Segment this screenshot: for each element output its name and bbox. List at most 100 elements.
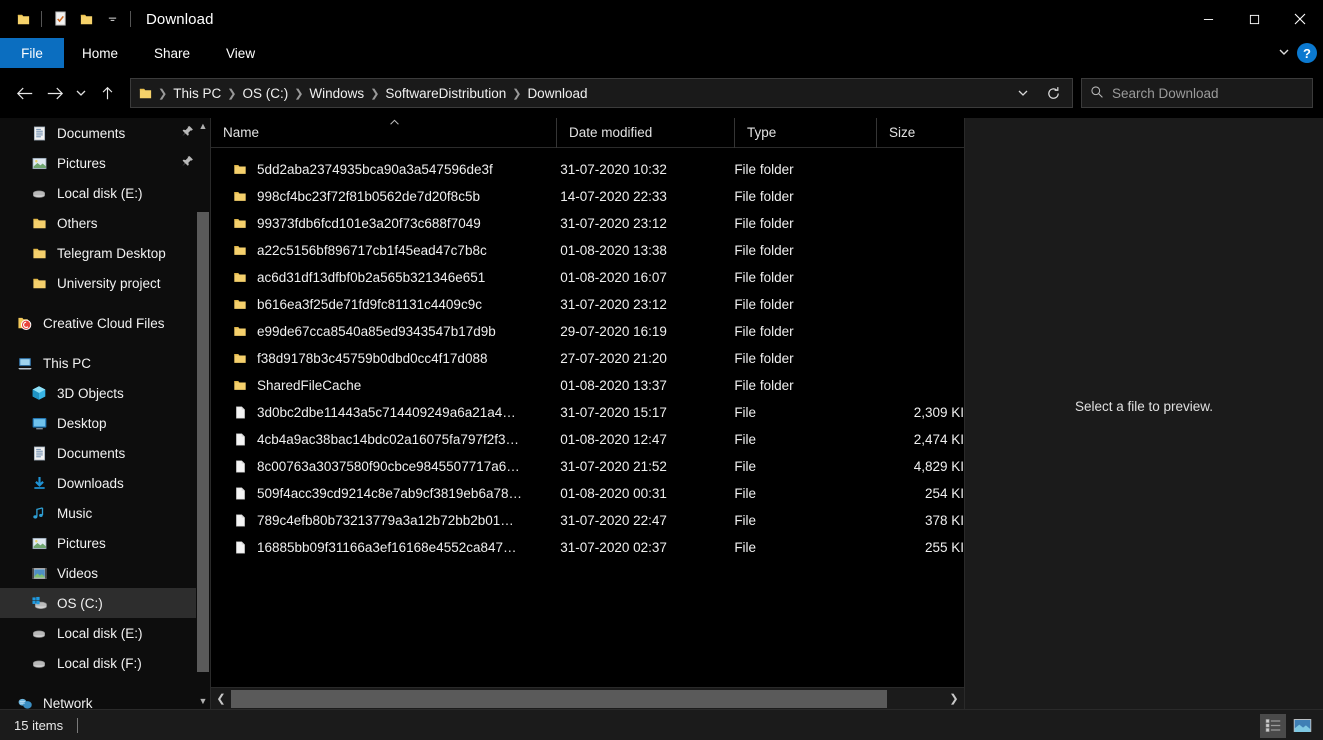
breadcrumb-item-windows[interactable]: Windows	[304, 86, 369, 101]
toolbar-divider	[41, 11, 42, 27]
documents-icon	[30, 444, 48, 462]
minimize-icon[interactable]	[1185, 0, 1231, 38]
close-icon[interactable]	[1277, 0, 1323, 38]
sidebar-item-documents[interactable]: Documents	[0, 438, 210, 468]
recent-locations-chevron-down-icon[interactable]	[70, 78, 92, 108]
sidebar-item-label: Telegram Desktop	[57, 246, 166, 261]
sidebar-item-3d-objects[interactable]: 3D Objects	[0, 378, 210, 408]
column-header-type[interactable]: Type	[734, 118, 876, 148]
sidebar-item-documents[interactable]: Documents	[0, 118, 210, 148]
forward-button[interactable]	[40, 78, 70, 108]
customize-chevron-icon[interactable]	[99, 6, 125, 32]
search-box[interactable]: Search Download	[1081, 78, 1313, 108]
table-row[interactable]: 4cb4a9ac38bac14bdc02a16075fa797f2f3…01-0…	[211, 426, 964, 453]
cell-name: ac6d31df13dfbf0b2a565b321346e651	[211, 270, 548, 286]
sidebar-item-network[interactable]: Network	[0, 688, 210, 709]
cell-name: a22c5156bf896717cb1f45ead47c7b8c	[211, 243, 548, 259]
tab-view[interactable]: View	[208, 38, 273, 68]
column-header-size[interactable]: Size	[876, 118, 964, 148]
status-divider	[77, 718, 78, 733]
sidebar-item-creative-cloud-files[interactable]: Creative Cloud Files	[0, 308, 210, 338]
properties-icon[interactable]	[47, 6, 73, 32]
sidebar-item-music[interactable]: Music	[0, 498, 210, 528]
sidebar-item-local-disk-e[interactable]: Local disk (E:)	[0, 178, 210, 208]
breadcrumb-item-os-c[interactable]: OS (C:)	[237, 86, 293, 101]
sidebar-item-downloads[interactable]: Downloads	[0, 468, 210, 498]
sidebar-item-local-disk-f[interactable]: Local disk (F:)	[0, 648, 210, 678]
large-icons-view-icon[interactable]	[1289, 714, 1315, 738]
breadcrumb-separator: ❯	[157, 87, 168, 100]
scrollbar-track[interactable]	[196, 134, 210, 693]
scroll-down-chevron-down-icon[interactable]: ▼	[199, 693, 208, 709]
details-view-icon[interactable]	[1260, 714, 1286, 738]
pin-icon[interactable]	[181, 155, 194, 171]
back-button[interactable]	[10, 78, 40, 108]
table-row[interactable]: 3d0bc2dbe11443a5c714409249a6a21a4…31-07-…	[211, 399, 964, 426]
tab-file[interactable]: File	[0, 38, 64, 68]
sidebar-item-pictures[interactable]: Pictures	[0, 528, 210, 558]
cell-date-modified: 27-07-2020 21:20	[548, 351, 722, 366]
sidebar-item-desktop[interactable]: Desktop	[0, 408, 210, 438]
table-row[interactable]: 5dd2aba2374935bca90a3a547596de3f31-07-20…	[211, 156, 964, 183]
new-folder-icon[interactable]	[73, 6, 99, 32]
up-button[interactable]	[92, 78, 122, 108]
sidebar-item-os-c[interactable]: OS (C:)	[0, 588, 210, 618]
breadcrumb-item-softwaredistribution[interactable]: SoftwareDistribution	[380, 86, 511, 101]
folder-icon	[233, 378, 247, 394]
tab-home[interactable]: Home	[64, 38, 136, 68]
hscrollbar-track[interactable]	[231, 688, 944, 710]
table-row[interactable]: 16885bb09f31166a3ef16168e4552ca847…31-07…	[211, 534, 964, 561]
table-row[interactable]: a22c5156bf896717cb1f45ead47c7b8c01-08-20…	[211, 237, 964, 264]
sidebar-item-label: 3D Objects	[57, 386, 124, 401]
table-row[interactable]: 99373fdb6fcd101e3a20f73c688f704931-07-20…	[211, 210, 964, 237]
sidebar-item-university-project[interactable]: University project	[0, 268, 210, 298]
table-row[interactable]: SharedFileCache01-08-2020 13:37File fold…	[211, 372, 964, 399]
sidebar-item-telegram-desktop[interactable]: Telegram Desktop	[0, 238, 210, 268]
this-pc-icon	[16, 354, 34, 372]
tab-share[interactable]: Share	[136, 38, 208, 68]
maximize-icon[interactable]	[1231, 0, 1277, 38]
sidebar-item-others[interactable]: Others	[0, 208, 210, 238]
search-input[interactable]: Search Download	[1112, 86, 1219, 101]
sidebar-item-label: Music	[57, 506, 92, 521]
table-row[interactable]: 998cf4bc23f72f81b0562de7d20f8c5b14-07-20…	[211, 183, 964, 210]
pin-icon[interactable]	[181, 125, 194, 141]
cell-date-modified: 14-07-2020 22:33	[548, 189, 722, 204]
scroll-right-chevron-right-icon[interactable]: ❯	[944, 688, 964, 710]
breadcrumb-bar[interactable]: ❯ This PC ❯ OS (C:) ❯ Windows ❯ Software…	[130, 78, 1073, 108]
title-bar: Download	[0, 0, 1323, 38]
sidebar-item-pictures[interactable]: Pictures	[0, 148, 210, 178]
table-row[interactable]: e99de67cca8540a85ed9343547b17d9b29-07-20…	[211, 318, 964, 345]
cell-date-modified: 01-08-2020 13:38	[548, 243, 722, 258]
column-header-name[interactable]: Name	[211, 118, 556, 148]
scroll-left-chevron-left-icon[interactable]: ❮	[211, 688, 231, 710]
horizontal-scrollbar[interactable]: ❮ ❯	[211, 687, 964, 709]
address-dropdown-chevron-down-icon[interactable]	[1008, 79, 1038, 107]
table-row[interactable]: 509f4acc39cd9214c8e7ab9cf3819eb6a78…01-0…	[211, 480, 964, 507]
scrollbar-thumb[interactable]	[197, 212, 209, 672]
file-name-label: e99de67cca8540a85ed9343547b17d9b	[257, 324, 496, 339]
sidebar-item-label: Documents	[57, 446, 125, 461]
table-row[interactable]: 8c00763a3037580f90cbce9845507717a6…31-07…	[211, 453, 964, 480]
sidebar-item-local-disk-e[interactable]: Local disk (E:)	[0, 618, 210, 648]
window-title: Download	[146, 11, 214, 28]
table-row[interactable]: ac6d31df13dfbf0b2a565b321346e65101-08-20…	[211, 264, 964, 291]
breadcrumb-item-download[interactable]: Download	[522, 86, 592, 101]
folder-icon[interactable]	[10, 6, 36, 32]
table-row[interactable]: 789c4efb80b73213779a3a12b72bb2b01…31-07-…	[211, 507, 964, 534]
refresh-icon[interactable]	[1038, 79, 1068, 107]
cell-name: 99373fdb6fcd101e3a20f73c688f7049	[211, 216, 548, 232]
sidebar-item-videos[interactable]: Videos	[0, 558, 210, 588]
videos-icon	[30, 564, 48, 582]
column-header-date-modified[interactable]: Date modified	[556, 118, 734, 148]
breadcrumb-folder-icon[interactable]	[135, 86, 157, 101]
table-row[interactable]: f38d9178b3c45759b0dbd0cc4f17d08827-07-20…	[211, 345, 964, 372]
expand-ribbon-chevron-down-icon[interactable]	[1277, 45, 1291, 62]
navigation-scrollbar[interactable]: ▲ ▼	[196, 118, 210, 709]
hscrollbar-thumb[interactable]	[231, 690, 887, 708]
breadcrumb-item-this-pc[interactable]: This PC	[168, 86, 226, 101]
table-row[interactable]: b616ea3f25de71fd9fc81131c4409c9c31-07-20…	[211, 291, 964, 318]
sidebar-item-this-pc[interactable]: This PC	[0, 348, 210, 378]
scroll-up-chevron-up-icon[interactable]: ▲	[199, 118, 208, 134]
help-button[interactable]: ?	[1297, 43, 1317, 63]
